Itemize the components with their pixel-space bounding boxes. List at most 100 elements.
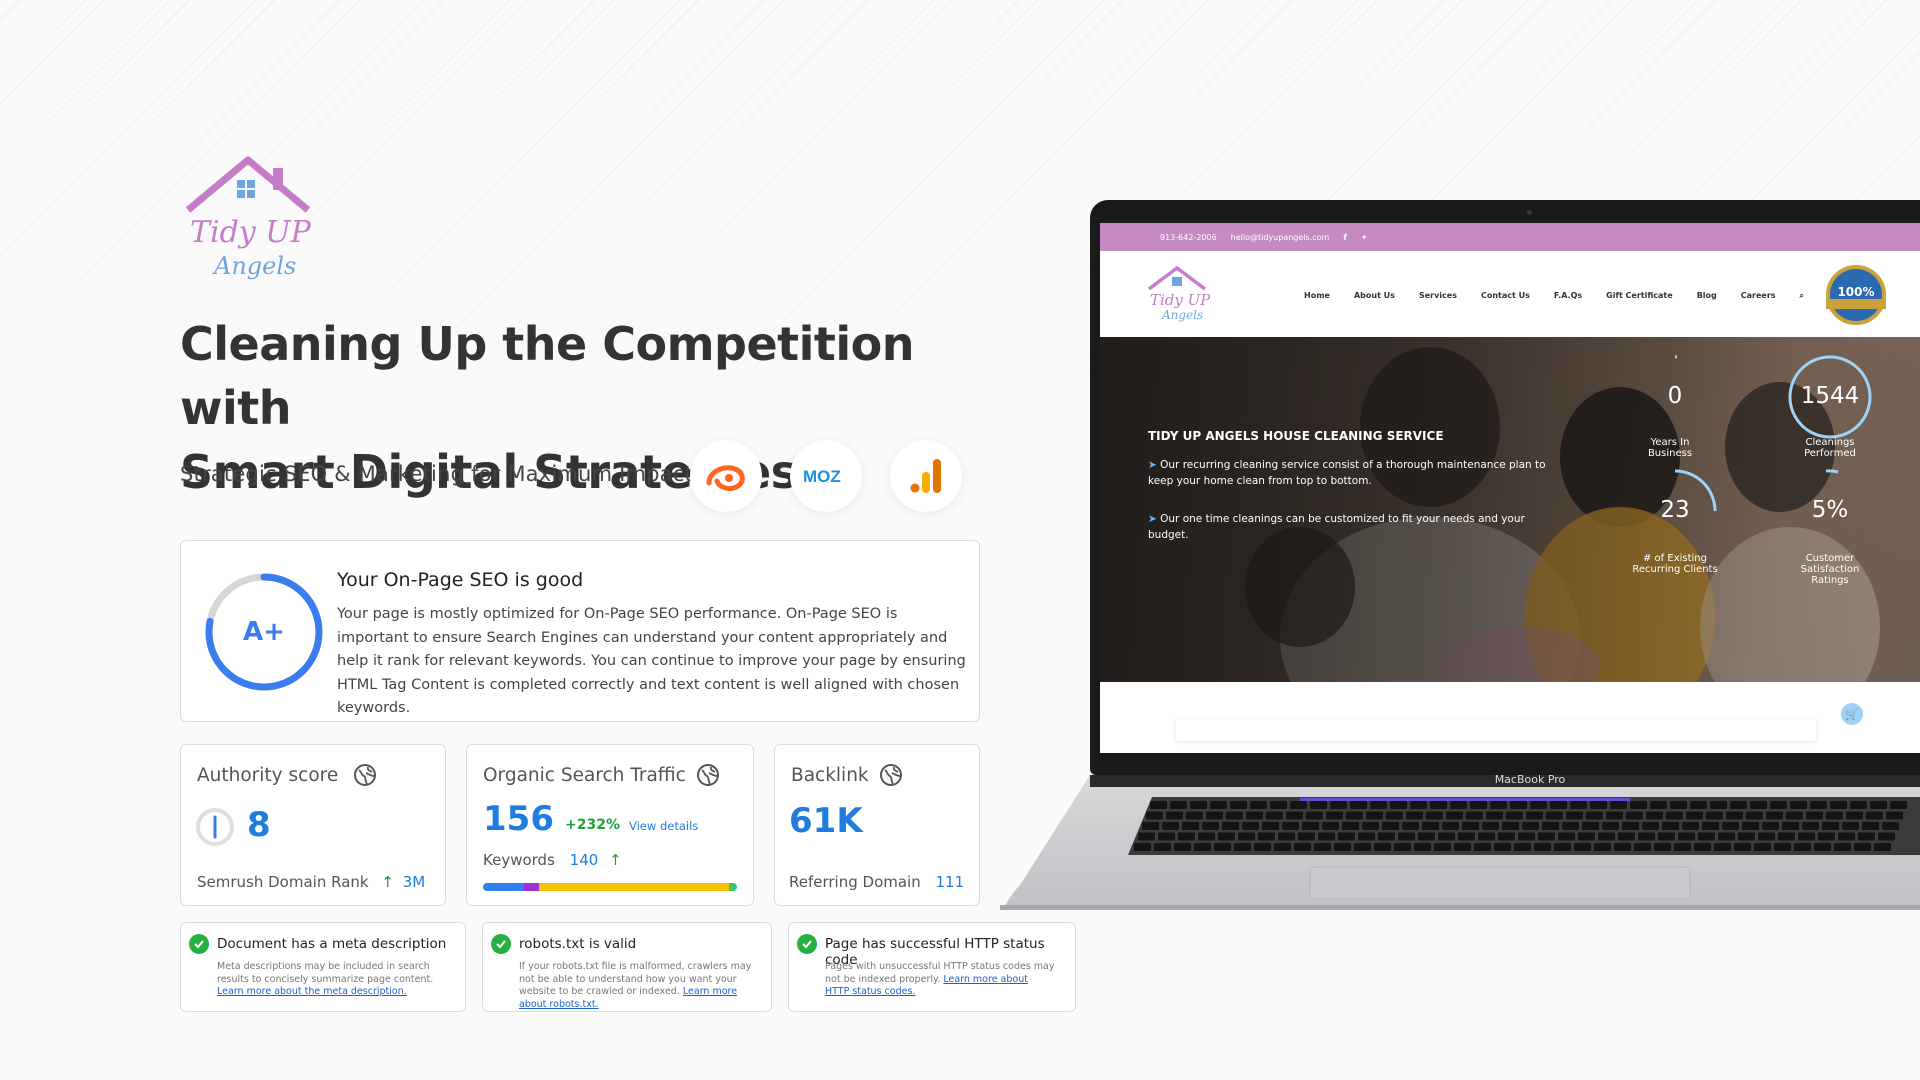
keyboard-key	[1582, 822, 1599, 830]
keywords-bar-segment	[523, 883, 539, 891]
keyboard-key	[1802, 822, 1819, 830]
search-icon[interactable]: ⌕	[1800, 291, 1804, 301]
keyboard-key	[1762, 822, 1779, 830]
page-content-strip	[1176, 719, 1816, 741]
nav-blog[interactable]: Blog	[1697, 291, 1717, 301]
keyboard-key	[1526, 811, 1543, 820]
keywords-bar-segment	[483, 883, 524, 891]
keyboard-key	[1426, 811, 1443, 820]
keyboard-key	[1378, 832, 1395, 841]
keyboard-key	[1226, 811, 1243, 820]
keyboard-key	[1842, 822, 1859, 830]
keyboard-key	[1658, 832, 1675, 841]
nav-services[interactable]: Services	[1419, 291, 1457, 301]
keyboard-key	[1234, 843, 1251, 851]
keyboard-key	[1726, 811, 1743, 820]
keyboard-key	[1506, 811, 1523, 820]
keyboard-key	[1138, 832, 1155, 841]
keyboard-key	[1714, 843, 1731, 851]
organic-traffic-card: Organic Search Traffic 156 +232% View de…	[466, 744, 754, 906]
referring-domain-label: Referring Domain	[789, 873, 921, 891]
organic-traffic-title: Organic Search Traffic	[483, 765, 686, 786]
keyboard-key	[1614, 843, 1631, 851]
keywords-label: Keywords	[483, 851, 555, 869]
view-details-link[interactable]: View details	[629, 819, 698, 833]
keyboard-key	[1634, 843, 1651, 851]
keyboard-key	[1818, 832, 1835, 841]
keyboard-key	[1886, 811, 1903, 820]
keyboard-key	[1338, 832, 1355, 841]
keyboard-key	[1334, 843, 1351, 851]
keyboard-key	[1646, 811, 1663, 820]
keyboard-key	[1222, 822, 1239, 830]
cart-icon[interactable]: 🛒	[1841, 703, 1863, 725]
nav-careers[interactable]: Careers	[1741, 291, 1776, 301]
keyboard-key	[1350, 801, 1367, 809]
keyboard-key	[1574, 843, 1591, 851]
keyboard-key	[1142, 822, 1159, 830]
keywords-arrow: ↑	[609, 851, 622, 869]
keyboard-key	[1278, 832, 1295, 841]
backlink-value[interactable]: 61K	[789, 801, 863, 841]
check-card-meta-description: Document has a meta description Meta des…	[180, 922, 466, 1012]
keyboard-key	[1382, 822, 1399, 830]
keyboard-key	[1834, 843, 1851, 851]
nav-gift-certificate[interactable]: Gift Certificate	[1606, 291, 1673, 301]
keyboard-key	[1730, 801, 1747, 809]
twitter-icon[interactable]: ✦	[1361, 233, 1368, 242]
check-card-robots: robots.txt is valid If your robots.txt f…	[482, 922, 772, 1012]
keyboard-key	[1414, 843, 1431, 851]
keyboard-key	[1734, 843, 1751, 851]
site-logo: Tidy UP Angels	[1147, 265, 1210, 322]
keyboard-key	[1702, 822, 1719, 830]
domain-rank-label: Semrush Domain Rank	[197, 873, 369, 891]
keyboard-key	[1482, 822, 1499, 830]
organic-traffic-value[interactable]: 156	[483, 799, 554, 839]
keyboard-key	[1654, 843, 1671, 851]
keywords-value[interactable]: 140	[570, 851, 599, 869]
nav-contact-us[interactable]: Contact Us	[1481, 291, 1530, 301]
keyboard-key	[1370, 801, 1387, 809]
referring-domain-value[interactable]: 111	[936, 873, 965, 891]
svg-text:100%: 100%	[1837, 285, 1874, 299]
keyboard-key	[1630, 801, 1647, 809]
keyboard-key	[1486, 811, 1503, 820]
keywords-bar-segment	[538, 883, 730, 891]
keyboard-key	[1570, 801, 1587, 809]
facebook-icon[interactable]: f	[1343, 233, 1346, 242]
nav-home[interactable]: Home	[1304, 291, 1330, 301]
keyboard-key	[1186, 811, 1203, 820]
keyboard-key	[1650, 801, 1667, 809]
keyboard-key	[1294, 843, 1311, 851]
email-text[interactable]: hello@tidyupangels.com	[1231, 233, 1330, 242]
domain-rank-value[interactable]: 3M	[403, 873, 426, 891]
site-hero: TIDY UP ANGELS HOUSE CLEANING SERVICE ➤ …	[1100, 337, 1920, 682]
nav-about-us[interactable]: About Us	[1354, 291, 1395, 301]
keyboard-key	[1530, 801, 1547, 809]
keyboard-key	[1534, 843, 1551, 851]
nav-faqs[interactable]: F.A.Qs	[1554, 291, 1582, 301]
keyboard-key	[1166, 811, 1183, 820]
keyboard-key	[1666, 811, 1683, 820]
keyboard-key	[1322, 822, 1339, 830]
domain-rank-arrow: ↑	[381, 873, 394, 891]
keyboard-key	[1282, 822, 1299, 830]
keyboard-key	[1230, 801, 1247, 809]
phone-text[interactable]: 913-642-2006	[1160, 233, 1217, 242]
keyboard-key	[1498, 832, 1515, 841]
keyboard-key	[1330, 801, 1347, 809]
keyboard-key	[1794, 843, 1811, 851]
keyboard-key	[1422, 822, 1439, 830]
learn-more-link[interactable]: Learn more about the meta description.	[217, 986, 407, 997]
keyboard-key	[1670, 801, 1687, 809]
tool-icons: MOZ	[690, 440, 962, 512]
keyboard-key	[1642, 822, 1659, 830]
semrush-logo-icon	[690, 440, 762, 512]
camera-dot	[1527, 210, 1532, 215]
keyboard-key	[1194, 843, 1211, 851]
keyboard-key	[1466, 811, 1483, 820]
onpage-seo-card: A+ Your On-Page SEO is good Your page is…	[180, 540, 980, 722]
svg-text:Angels: Angels	[1161, 308, 1203, 322]
keyboard-key	[1358, 832, 1375, 841]
keyboard-key	[1310, 801, 1327, 809]
